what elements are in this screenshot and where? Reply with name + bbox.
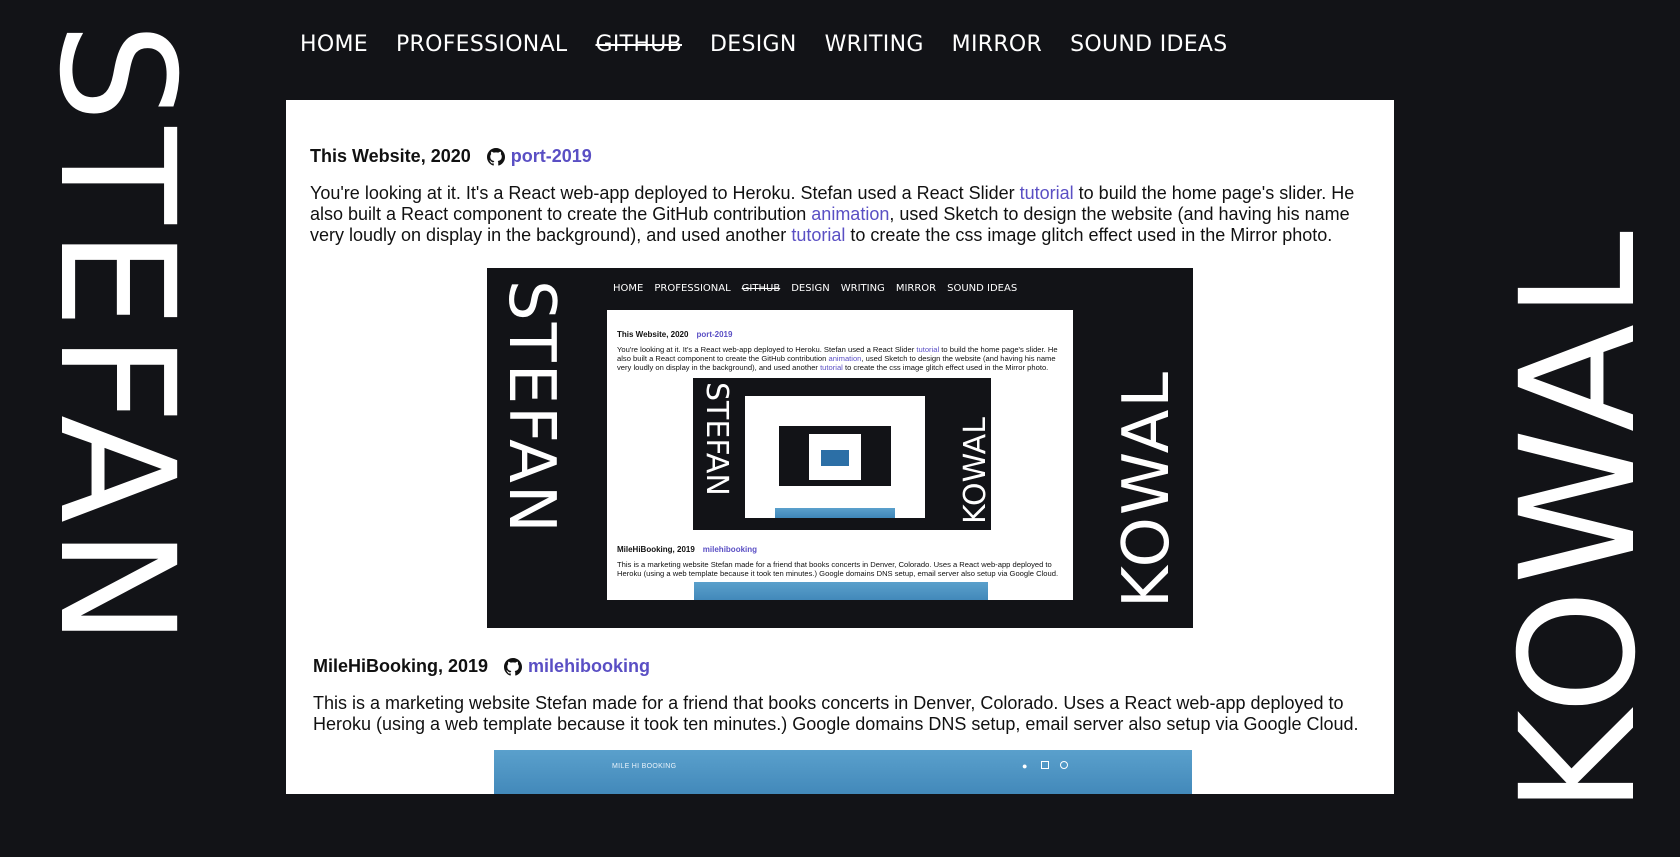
mini-panel: This Website, 2020 port-2019 You're look… xyxy=(607,310,1073,600)
mini-milehi-repo: milehibooking xyxy=(702,545,758,554)
animation-link[interactable]: animation xyxy=(811,204,889,224)
instagram-icon xyxy=(1060,761,1068,769)
mini-mini-inner-image xyxy=(821,450,849,466)
github-icon xyxy=(504,657,523,676)
mini-nav-github: GITHUB xyxy=(741,283,781,294)
mini-nav-sound-ideas: SOUND IDEAS xyxy=(947,283,1018,294)
mini-milehi-title: MileHiBooking, 2019 xyxy=(617,545,695,554)
side-name-last: KOWAL xyxy=(1487,226,1671,820)
tutorial-link-2[interactable]: tutorial xyxy=(791,225,845,245)
nav-home[interactable]: HOME xyxy=(300,32,368,57)
website-screenshot: STEFAN KOWAL HOME PROFESSIONAL GITHUB DE… xyxy=(487,268,1193,628)
repo-link-label: port-2019 xyxy=(510,146,592,166)
main-nav: HOME PROFESSIONAL GITHUB DESIGN WRITING … xyxy=(300,32,1228,57)
mini-mini-side-first: STEFAN xyxy=(699,382,734,496)
mini-nav-home: HOME xyxy=(613,283,644,294)
mini-repo: port-2019 xyxy=(696,330,733,339)
mini-mini-screenshot: STEFAN KOWAL xyxy=(693,378,991,530)
mini-mini-panel xyxy=(745,396,925,518)
mini-mini-milehi-image xyxy=(775,508,895,518)
mini-mini-inner-panel xyxy=(809,434,861,480)
mini-desc-link: tutorial xyxy=(820,363,843,372)
project-title-row: MileHiBooking, 2019 milehibooking xyxy=(313,656,1383,677)
repo-link[interactable]: milehibooking xyxy=(504,656,650,677)
facebook-icon xyxy=(1041,761,1049,769)
project-entry-milehibooking: MileHiBooking, 2019 milehibooking This i… xyxy=(313,656,1383,735)
mini-milehi-title-row: MileHiBooking, 2019 milehibooking xyxy=(617,545,757,554)
project-title-row: This Website, 2020 port-2019 xyxy=(310,146,1370,167)
mini-milehi-image xyxy=(694,582,988,600)
mini-title: This Website, 2020 xyxy=(617,330,689,339)
mini-desc: You're looking at it. It's a React web-a… xyxy=(617,345,1065,372)
desc-text: to create the css image glitch effect us… xyxy=(845,225,1333,245)
project-description: This is a marketing website Stefan made … xyxy=(313,693,1359,734)
nav-design[interactable]: DESIGN xyxy=(710,32,797,57)
mini-title-row: This Website, 2020 port-2019 xyxy=(617,330,732,339)
milehibooking-screenshot: MILE HI BOOKING ● xyxy=(494,750,1192,794)
nav-mirror[interactable]: MIRROR xyxy=(952,32,1042,57)
side-name-first: STEFAN xyxy=(24,22,220,651)
project-title: This Website, 2020 xyxy=(310,146,471,166)
twitter-icon: ● xyxy=(1022,761,1028,771)
nav-writing[interactable]: WRITING xyxy=(825,32,924,57)
content-panel: This Website, 2020 port-2019 You're look… xyxy=(286,100,1394,794)
mini-desc-link: tutorial xyxy=(916,345,940,354)
repo-link-label: milehibooking xyxy=(528,656,651,676)
milehi-brand: MILE HI BOOKING xyxy=(612,763,677,770)
mini-side-name-first: STEFAN xyxy=(494,280,568,535)
mini-nav-writing: WRITING xyxy=(840,283,885,294)
mini-desc-text: You're looking at it. It's a React web-a… xyxy=(617,345,917,354)
mini-milehi-desc: This is a marketing website Stefan made … xyxy=(617,560,1059,578)
github-icon xyxy=(486,147,505,166)
project-entry-this-website: This Website, 2020 port-2019 You're look… xyxy=(310,146,1370,246)
mini-nav: HOME PROFESSIONAL GITHUB DESIGN WRITING … xyxy=(613,283,1017,294)
project-description: You're looking at it. It's a React web-a… xyxy=(310,183,1370,246)
mini-desc-text: to create the css image glitch effect us… xyxy=(842,363,1049,372)
mini-nav-professional: PROFESSIONAL xyxy=(654,283,731,294)
nav-professional[interactable]: PROFESSIONAL xyxy=(396,32,568,57)
nav-github[interactable]: GITHUB xyxy=(595,32,682,57)
side-name-first-text: STEFAN xyxy=(24,22,208,652)
side-name-last-text: KOWAL xyxy=(1487,225,1671,814)
desc-text: You're looking at it. It's a React web-a… xyxy=(310,183,1020,203)
repo-link[interactable]: port-2019 xyxy=(486,146,592,167)
project-title: MileHiBooking, 2019 xyxy=(313,656,489,676)
mini-desc-link: animation xyxy=(828,354,862,363)
mini-nav-mirror: MIRROR xyxy=(895,283,937,294)
mini-nav-design: DESIGN xyxy=(791,283,830,294)
mini-side-name-last: KOWAL xyxy=(1110,369,1184,608)
tutorial-link[interactable]: tutorial xyxy=(1020,183,1074,203)
mini-mini-screenshot-inner xyxy=(779,426,891,486)
mini-mini-side-last: KOWAL xyxy=(958,417,991,524)
nav-sound-ideas[interactable]: SOUND IDEAS xyxy=(1070,32,1227,57)
